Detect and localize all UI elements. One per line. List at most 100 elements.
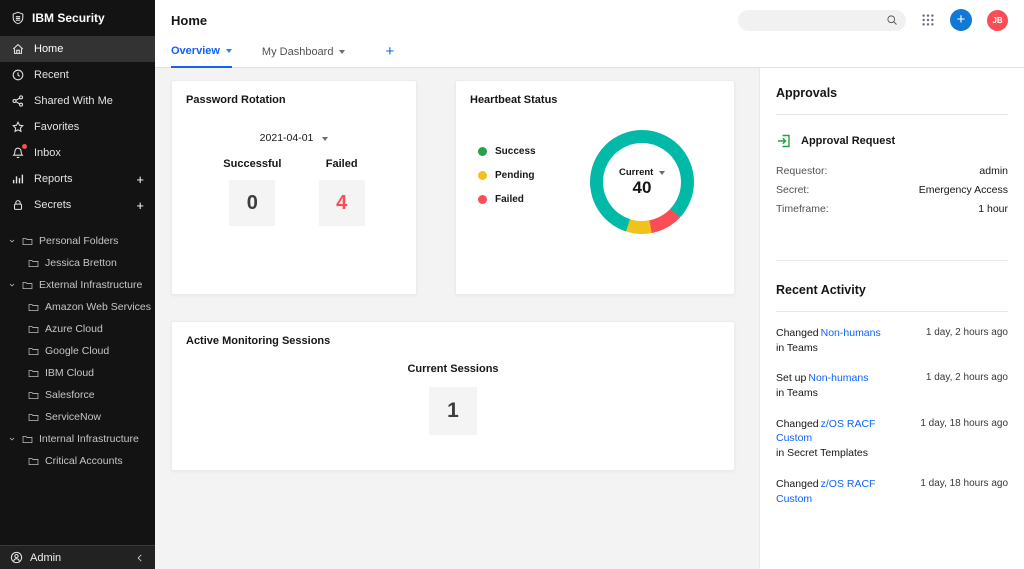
tabs-bar: Overview My Dashboard + — [155, 32, 1024, 68]
right-panel: Approvals Approval Request Requestor: ad… — [759, 68, 1024, 569]
chevron-down-icon[interactable] — [8, 281, 16, 289]
sidebar-item-label: Recent — [34, 69, 69, 81]
sidebar-item-inbox[interactable]: Inbox — [0, 140, 155, 166]
pending-dot — [478, 171, 487, 180]
current-sessions-label: Current Sessions — [186, 363, 720, 375]
create-new-button[interactable]: + — [950, 9, 972, 31]
expand-reports-icon[interactable]: + — [136, 173, 144, 186]
folder-icon — [28, 258, 39, 269]
folder-icon — [28, 302, 39, 313]
field-label: Secret: — [776, 184, 809, 196]
failed-column: Failed 4 — [319, 158, 365, 226]
legend-item-success: Success — [478, 146, 536, 157]
activity-list: ChangedNon-humans in Teams 1 day, 2 hour… — [776, 326, 1008, 506]
tree-item-label: Salesforce — [45, 389, 95, 401]
top-bar: Home + JB — [155, 0, 1024, 32]
apps-grid-icon[interactable] — [921, 13, 935, 27]
sidebar-item-label: Reports — [34, 173, 73, 185]
field-value: admin — [979, 165, 1008, 177]
tree-item-label: ServiceNow — [45, 411, 101, 423]
sidebar-nav: Home Recent Shared With Me Favorites Inb… — [0, 36, 155, 218]
tree-item-ibm-cloud[interactable]: IBM Cloud — [0, 362, 155, 384]
admin-label: Admin — [30, 552, 61, 564]
user-circle-icon — [10, 551, 23, 564]
content-row: Password Rotation 2021-04-01 Successful … — [155, 68, 1024, 569]
tree-item-internal-infrastructure[interactable]: Internal Infrastructure — [0, 428, 155, 450]
chevron-down-icon — [322, 137, 328, 141]
successful-label: Successful — [223, 158, 281, 170]
activity-action: Changed — [776, 478, 819, 490]
search-icon[interactable] — [886, 14, 898, 26]
sidebar-item-label: Inbox — [34, 147, 61, 159]
field-label: Requestor: — [776, 165, 827, 177]
legend-label: Failed — [495, 194, 524, 205]
tree-item-critical-accounts[interactable]: Critical Accounts — [0, 450, 155, 472]
activity-target-link[interactable]: Non-humans — [808, 372, 868, 384]
search-box — [738, 10, 906, 31]
tree-item-google-cloud[interactable]: Google Cloud — [0, 340, 155, 362]
top-bar-actions: + JB — [738, 9, 1008, 31]
password-rotation-card: Password Rotation 2021-04-01 Successful … — [171, 80, 417, 295]
sidebar-item-label: Home — [34, 43, 63, 55]
tree-item-amazon-web-services[interactable]: Amazon Web Services — [0, 296, 155, 318]
tree-item-label: Jessica Bretton — [45, 257, 117, 269]
activity-target-link[interactable]: Non-humans — [821, 327, 881, 339]
brand: IBM Security — [0, 0, 155, 36]
field-value: Emergency Access — [919, 184, 1008, 196]
tree-item-personal-folders[interactable]: Personal Folders — [0, 230, 155, 252]
heartbeat-body: Success Pending Failed — [470, 106, 720, 234]
active-monitoring-sessions-card: Active Monitoring Sessions Current Sessi… — [171, 321, 735, 471]
sidebar-item-favorites[interactable]: Favorites — [0, 114, 155, 140]
failed-label: Failed — [319, 158, 365, 170]
card-title: Heartbeat Status — [470, 94, 720, 106]
sidebar-item-secrets[interactable]: Secrets + — [0, 192, 155, 218]
avatar[interactable]: JB — [987, 10, 1008, 31]
approval-request-link[interactable]: Approval Request — [776, 133, 1008, 149]
date-selector[interactable]: 2021-04-01 — [186, 132, 402, 144]
brand-text: IBM Security — [32, 11, 105, 25]
activity-context: in Secret Templates — [776, 446, 910, 461]
add-tab-button[interactable]: + — [385, 44, 394, 67]
share-icon — [11, 94, 25, 108]
sidebar-item-reports[interactable]: Reports + — [0, 166, 155, 192]
sidebar-item-recent[interactable]: Recent — [0, 62, 155, 88]
folder-icon — [28, 346, 39, 357]
activity-item: Changedz/OS RACF Custom 1 day, 18 hours … — [776, 477, 1008, 506]
folder-icon — [28, 324, 39, 335]
donut-filter-selector[interactable]: Current — [619, 167, 665, 178]
tree-item-servicenow[interactable]: ServiceNow — [0, 406, 155, 428]
folder-tree: Personal Folders Jessica Bretton Externa… — [0, 230, 155, 545]
heartbeat-status-card: Heartbeat Status Success Pending — [455, 80, 735, 295]
tree-item-label: Personal Folders — [39, 235, 118, 247]
donut-filter-label: Current — [619, 167, 653, 178]
donut-total: 40 — [633, 178, 652, 198]
cards-row: Password Rotation 2021-04-01 Successful … — [171, 80, 735, 295]
tab-label: My Dashboard — [262, 46, 334, 58]
expand-secrets-icon[interactable]: + — [136, 199, 144, 212]
search-input[interactable] — [738, 10, 906, 31]
activity-text: Changedz/OS RACF Custom in Secret Templa… — [776, 417, 910, 461]
tree-item-azure-cloud[interactable]: Azure Cloud — [0, 318, 155, 340]
star-icon — [11, 120, 25, 134]
tree-item-label: Google Cloud — [45, 345, 109, 357]
tree-item-label: Amazon Web Services — [45, 301, 151, 313]
sidebar-item-shared-with-me[interactable]: Shared With Me — [0, 88, 155, 114]
tab-overview[interactable]: Overview — [171, 45, 232, 68]
folder-icon — [28, 456, 39, 467]
legend-label: Success — [495, 146, 536, 157]
tree-item-label: Critical Accounts — [45, 455, 123, 467]
main-area: Home + JB Overview — [155, 0, 1024, 569]
collapse-sidebar-icon[interactable] — [135, 553, 145, 563]
chevron-down-icon — [339, 50, 345, 54]
sidebar-item-home[interactable]: Home — [0, 36, 155, 62]
chevron-down-icon[interactable] — [8, 435, 16, 443]
tree-item-jessica-bretton[interactable]: Jessica Bretton — [0, 252, 155, 274]
activity-time: 1 day, 2 hours ago — [926, 371, 1008, 400]
tab-my-dashboard[interactable]: My Dashboard — [262, 46, 346, 67]
clock-icon — [11, 68, 25, 82]
rotation-stats: Successful 0 Failed 4 — [186, 158, 402, 226]
tree-item-salesforce[interactable]: Salesforce — [0, 384, 155, 406]
sidebar-footer-admin[interactable]: Admin — [0, 545, 155, 569]
chevron-down-icon[interactable] — [8, 237, 16, 245]
tree-item-external-infrastructure[interactable]: External Infrastructure — [0, 274, 155, 296]
